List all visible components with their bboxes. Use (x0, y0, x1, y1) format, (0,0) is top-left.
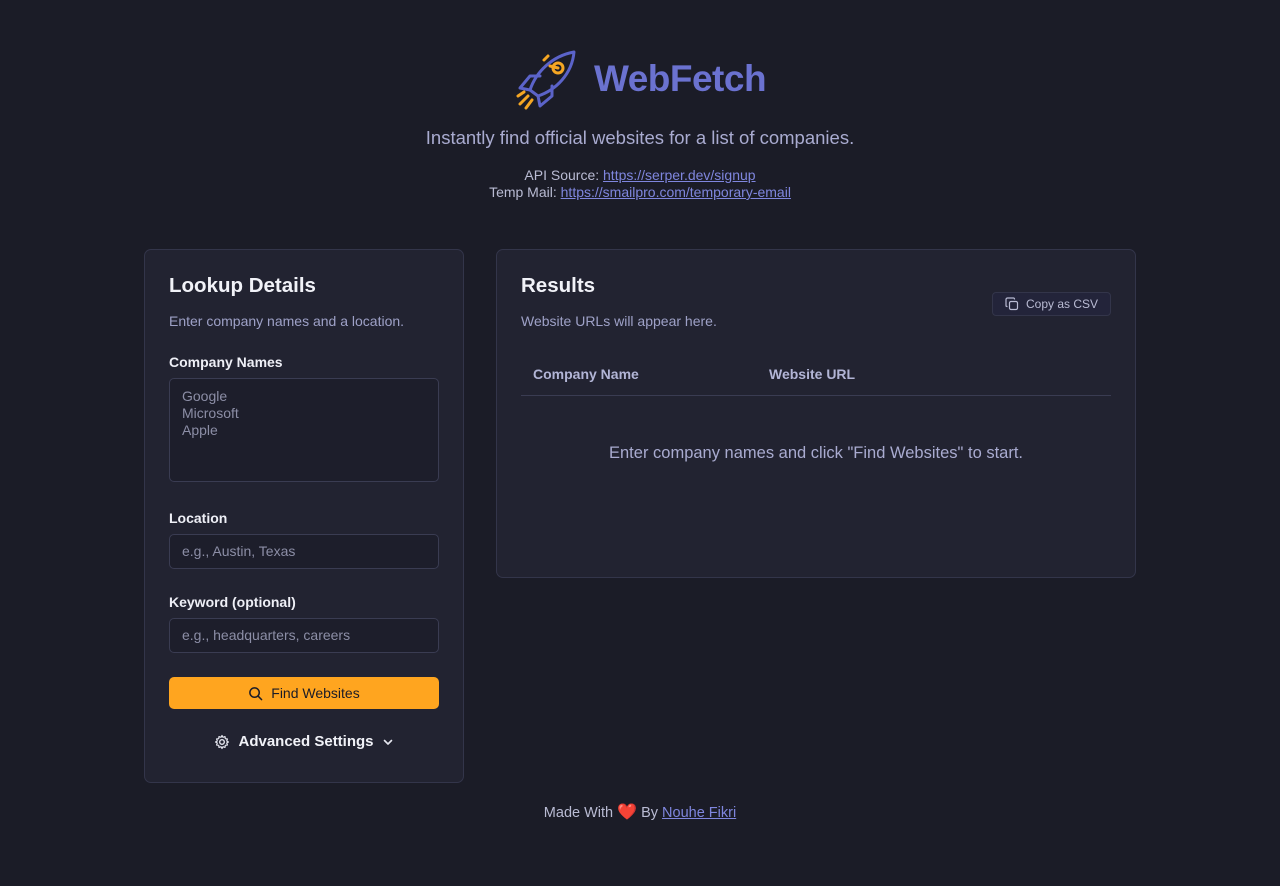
temp-mail-link[interactable]: https://smailpro.com/temporary-email (561, 184, 791, 200)
column-website-url: Website URL (769, 366, 856, 382)
api-source-link[interactable]: https://serper.dev/signup (603, 167, 756, 183)
chevron-down-icon (383, 739, 392, 745)
brand-title: WebFetch (593, 58, 767, 99)
keyword-input[interactable]: e.g., headquarters, careers (169, 618, 439, 653)
lookup-title: Lookup Details (169, 274, 316, 297)
company-names-label: Company Names (169, 354, 283, 370)
results-table-header: Company Name Website URL (521, 356, 1111, 396)
lookup-panel: Lookup Details Enter company names and a… (144, 249, 464, 783)
advanced-settings-toggle[interactable]: Advanced Settings (145, 733, 463, 750)
company-placeholder-line: Microsoft (182, 405, 239, 421)
footer-prefix: Made With (543, 805, 614, 821)
temp-mail-label: Temp Mail: (489, 184, 557, 200)
heart-icon: ❤️ (617, 804, 638, 821)
find-websites-button[interactable]: Find Websites (169, 677, 439, 709)
copy-csv-button[interactable]: Copy as CSV (992, 292, 1111, 316)
search-icon (249, 686, 263, 700)
gear-icon (215, 734, 230, 749)
footer: Made With ❤️ By Nouhe Fikri (0, 802, 1280, 822)
find-websites-label: Find Websites (271, 685, 360, 701)
lookup-subtitle: Enter company names and a location. (169, 313, 405, 329)
empty-state-message: Enter company names and click "Find Webs… (609, 444, 1023, 462)
author-link[interactable]: Nouhe Fikri (662, 805, 736, 821)
company-placeholder-line: Google (182, 388, 228, 404)
results-subtitle: Website URLs will appear here. (521, 313, 717, 329)
column-company-name: Company Name (533, 366, 639, 382)
results-panel: Results Website URLs will appear here. C… (496, 249, 1136, 578)
footer-by: By (641, 805, 659, 821)
keyword-label: Keyword (optional) (169, 594, 296, 610)
location-input[interactable]: e.g., Austin, Texas (169, 534, 439, 569)
advanced-settings-label: Advanced Settings (238, 733, 374, 750)
api-source-line: API Source: https://serper.dev/signup (0, 167, 1280, 183)
location-label: Location (169, 510, 228, 526)
tagline: Instantly find official websites for a l… (425, 127, 855, 148)
company-names-input[interactable]: Google Microsoft Apple (169, 378, 439, 482)
copy-csv-label: Copy as CSV (1025, 297, 1099, 311)
company-placeholder-line: Apple (182, 422, 218, 438)
temp-mail-line: Temp Mail: https://smailpro.com/temporar… (0, 184, 1280, 200)
rocket-logo-icon (516, 50, 576, 110)
results-title: Results (521, 274, 596, 297)
copy-icon (1005, 297, 1019, 311)
brand: WebFetch (0, 46, 1280, 112)
api-source-label: API Source: (524, 167, 600, 183)
